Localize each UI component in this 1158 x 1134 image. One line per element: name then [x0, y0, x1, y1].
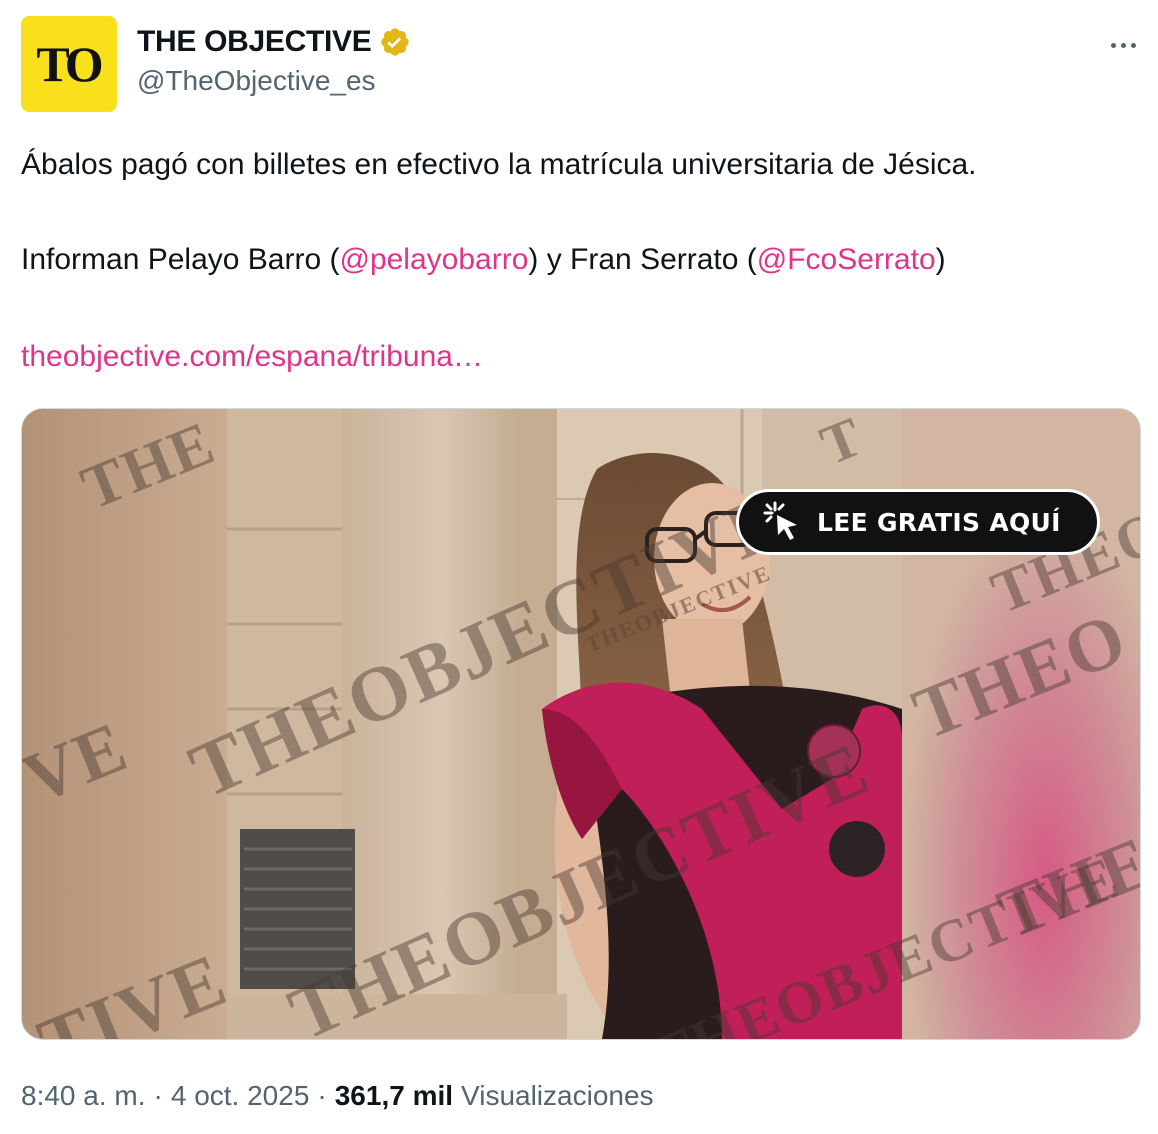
- author-display-name[interactable]: THE OBJECTIVE: [137, 24, 372, 60]
- separator: ·: [317, 1080, 327, 1111]
- views-count[interactable]: 361,7 mil: [335, 1078, 453, 1114]
- article-link[interactable]: theobjective.com/espana/tribuna…: [21, 340, 483, 373]
- tweet-text-suffix: ): [935, 243, 946, 276]
- cursor-click-icon: [761, 499, 803, 545]
- tweet-date[interactable]: 4 oct. 2025: [171, 1078, 310, 1114]
- mention-fcoserrato[interactable]: @FcoSerrato: [757, 243, 936, 276]
- mention-pelayobarro[interactable]: @pelayobarro: [339, 243, 528, 276]
- more-dot: [1130, 42, 1136, 48]
- author-handle[interactable]: @TheObjective_es: [137, 64, 376, 98]
- tweet-text-middle: ) y Fran Serrato (: [528, 243, 757, 276]
- views-label: Visualizaciones: [461, 1080, 654, 1111]
- tweet-media-image[interactable]: THE THEOBJECTIVE VE THEOBJECTIVE THEOBJE…: [21, 408, 1141, 1040]
- more-horizontal-icon: [1110, 42, 1116, 48]
- avatar[interactable]: TO: [21, 16, 117, 112]
- tweet-text-prefix: Informan Pelayo Barro (: [21, 243, 340, 276]
- author-name-row[interactable]: THE OBJECTIVE: [137, 24, 411, 60]
- tweet-time[interactable]: 8:40 a. m.: [21, 1078, 146, 1114]
- more-options-button[interactable]: [1100, 28, 1146, 62]
- separator: ·: [153, 1080, 163, 1111]
- tweet-link-line: theobjective.com/espana/tribuna…: [21, 338, 483, 376]
- read-free-label: LEE GRATIS AQUÍ: [817, 507, 1061, 537]
- more-dot: [1120, 42, 1126, 48]
- tweet-text-line-1: Ábalos pagó con billetes en efectivo la …: [21, 148, 977, 181]
- verified-badge-icon: [379, 26, 411, 58]
- tweet-text-line-2: Informan Pelayo Barro (@pelayobarro) y F…: [21, 241, 946, 279]
- tweet-meta: 8:40 a. m. · 4 oct. 2025 · 361,7 mil Vis…: [21, 1078, 654, 1114]
- read-free-button[interactable]: LEE GRATIS AQUÍ: [736, 489, 1100, 555]
- avatar-logo-text: TO: [36, 36, 103, 92]
